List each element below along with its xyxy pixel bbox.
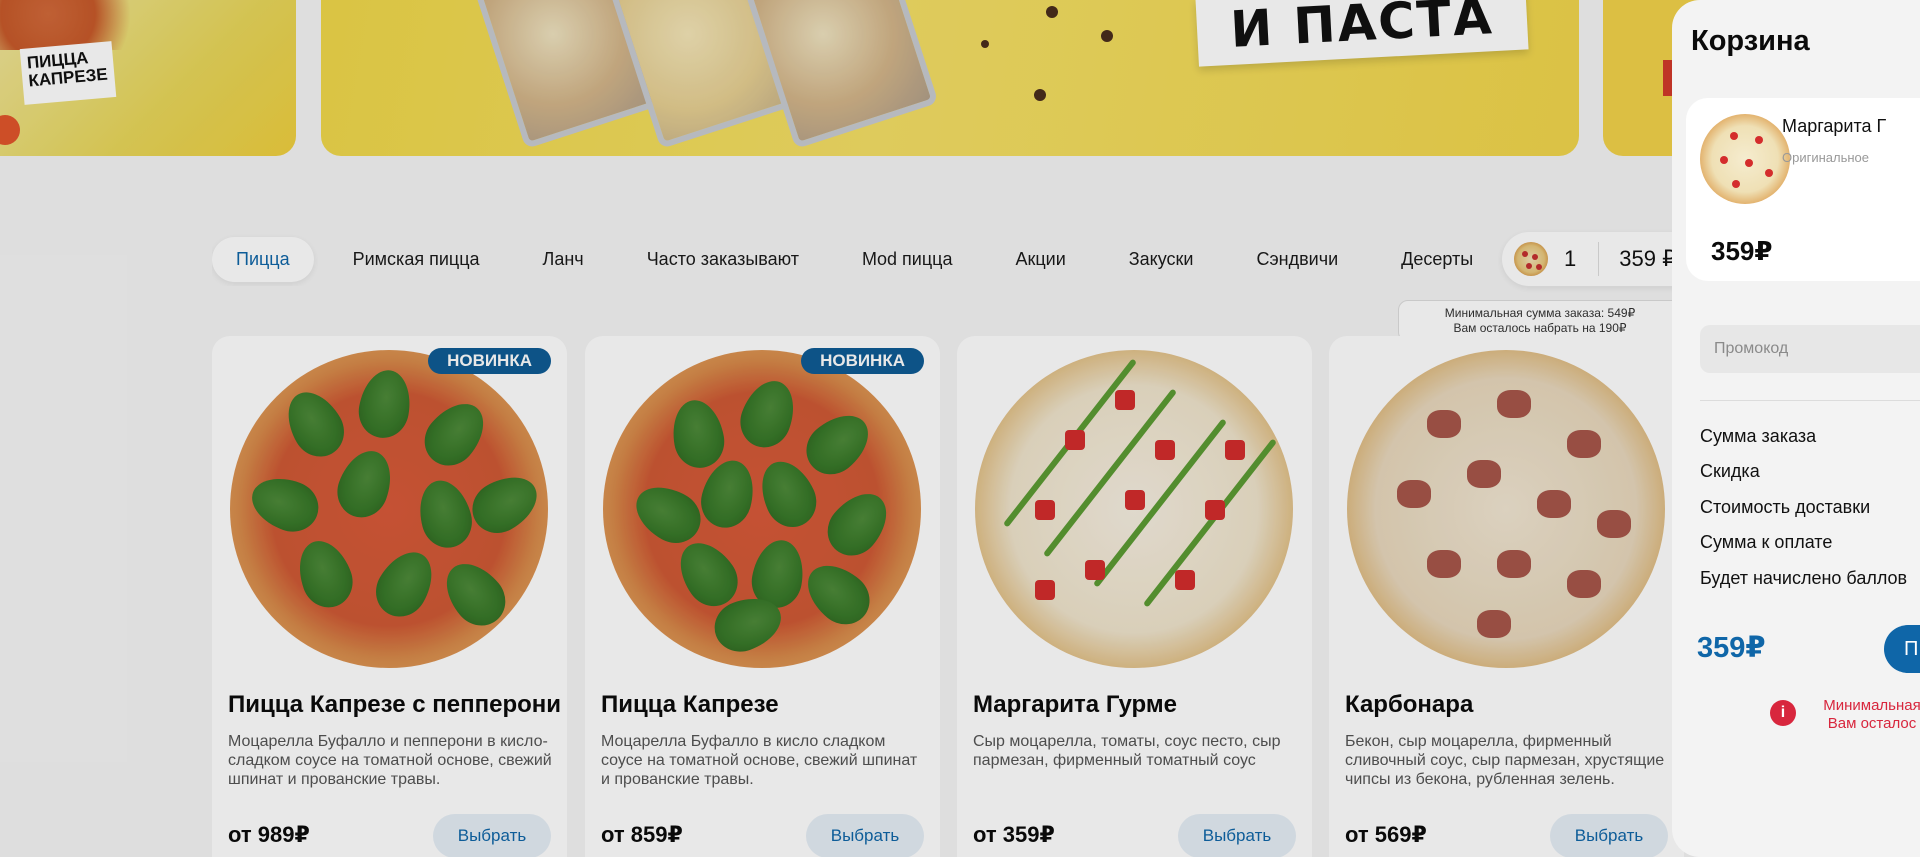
cart-item-image: [1700, 114, 1790, 204]
cart-item-price: 359₽: [1711, 236, 1773, 266]
summary-bonus-points: Будет начислено баллов: [1700, 568, 1908, 588]
cart-drawer: Корзина Маргарита Г Оригинальное 359₽ Су…: [1672, 0, 1920, 857]
info-icon: i: [1770, 700, 1796, 726]
cart-title: Корзина: [1691, 25, 1810, 57]
checkout-button[interactable]: П: [1884, 625, 1920, 673]
cart-item-variant: Оригинальное: [1782, 150, 1870, 165]
promo-code-input[interactable]: [1700, 325, 1920, 373]
cart-total: 359₽: [1697, 632, 1766, 664]
divider: [1700, 400, 1920, 401]
summary-delivery: Стоимость доставки: [1700, 497, 1871, 517]
cart-item-name: Маргарита Г: [1782, 116, 1887, 136]
cart-item[interactable]: Маргарита Г Оригинальное 359₽: [1686, 98, 1920, 281]
summary-to-pay: Сумма к оплате: [1700, 532, 1833, 552]
summary-discount: Скидка: [1700, 461, 1760, 481]
summary-order-sum: Сумма заказа: [1700, 426, 1817, 446]
modal-backdrop[interactable]: [0, 0, 1920, 857]
